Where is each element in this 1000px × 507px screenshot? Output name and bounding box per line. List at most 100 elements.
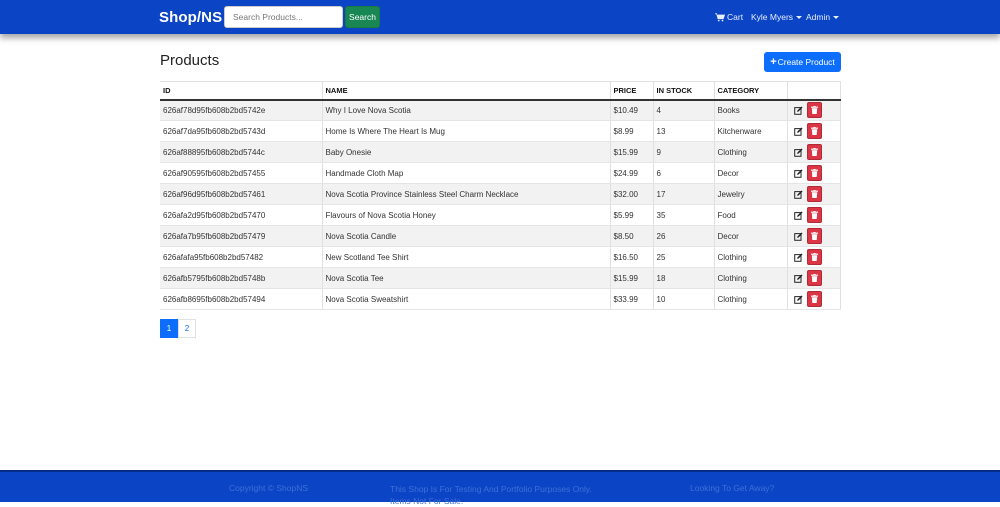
trash-icon <box>810 253 818 261</box>
edit-icon[interactable] <box>793 126 803 136</box>
table-row: 626afa2d95fb608b2bd57470 Flavours of Nova… <box>160 204 841 226</box>
trash-icon <box>810 148 818 156</box>
page-title: Products <box>160 52 220 69</box>
cell-name: Baby Onesie <box>322 141 611 163</box>
cell-price: $33.99 <box>610 288 654 310</box>
search-button[interactable]: Search <box>345 6 380 28</box>
cell-price: $10.49 <box>610 99 654 121</box>
delete-button[interactable] <box>806 228 822 244</box>
cell-price: $15.99 <box>610 267 654 289</box>
cell-actions <box>787 246 841 268</box>
footer: Copyright © ShopNS This Shop Is For Test… <box>0 470 1000 506</box>
trash-icon <box>810 127 818 135</box>
cell-category: Kitchenware <box>714 120 788 142</box>
footer-copyright: Copyright © ShopNS <box>229 483 309 493</box>
column-header-name: NAME <box>322 81 611 101</box>
edit-icon[interactable] <box>793 273 803 283</box>
column-header-id: ID <box>160 81 323 101</box>
edit-icon[interactable] <box>793 252 803 262</box>
cell-name: Nova Scotia Candle <box>322 225 611 247</box>
cell-name: Nova Scotia Sweatshirt <box>322 288 611 310</box>
table-row: 626af88895fb608b2bd5744c Baby Onesie $15.9… <box>160 141 841 163</box>
column-header-actions <box>787 81 841 101</box>
edit-icon[interactable] <box>793 147 803 157</box>
cell-name: Nova Scotia Tee <box>322 267 611 289</box>
cell-stock: 35 <box>653 204 715 226</box>
footer-disclaimer: This Shop Is For Testing And Portfolio P… <box>390 484 592 506</box>
delete-button[interactable] <box>806 249 822 265</box>
footer-getaway-link[interactable]: Looking To Get Away? <box>690 483 774 493</box>
table-row: 626af7da95fb608b2bd5743d Home Is Where Th… <box>160 120 841 142</box>
create-product-label: Create Product <box>777 57 835 67</box>
cell-name: Nova Scotia Province Stainless Steel Cha… <box>322 183 611 205</box>
cart-label: Cart <box>727 12 744 22</box>
delete-button[interactable] <box>806 207 822 223</box>
cell-id: 626af88895fb608b2bd5744c <box>160 141 323 163</box>
delete-button[interactable] <box>806 123 822 139</box>
cell-actions <box>787 204 841 226</box>
cell-actions <box>787 183 841 205</box>
cell-id: 626af7da95fb608b2bd5743d <box>160 120 323 142</box>
delete-button[interactable] <box>806 102 822 119</box>
cell-category: Clothing <box>714 141 788 163</box>
cell-category: Jewelry <box>714 183 788 205</box>
brand-logo[interactable]: Shop/NS <box>159 9 222 26</box>
cart-icon <box>715 12 725 21</box>
user-menu[interactable]: Kyle Myers <box>751 12 803 22</box>
cell-price: $5.99 <box>610 204 654 226</box>
trash-icon <box>810 169 818 177</box>
create-product-button[interactable]: + Create Product <box>764 52 841 72</box>
delete-button[interactable] <box>806 270 822 286</box>
cell-stock: 25 <box>653 246 715 268</box>
cell-id: 626afa7b95fb608b2bd57479 <box>160 225 323 247</box>
cell-id: 626af78d95fb608b2bd5742e <box>160 99 323 121</box>
cell-price: $32.00 <box>610 183 654 205</box>
page-link-2[interactable]: 2 <box>178 319 196 338</box>
search-input[interactable] <box>224 6 343 28</box>
page-link-1[interactable]: 1 <box>160 319 178 338</box>
edit-icon[interactable] <box>793 189 803 199</box>
table-header-row: ID NAME PRICE IN STOCK CATEGORY <box>160 81 841 101</box>
cell-stock: 13 <box>653 120 715 142</box>
user-name: Kyle Myers <box>751 12 794 22</box>
top-navbar: Shop/NS Search Cart Kyle Myers Admin <box>0 0 1000 34</box>
delete-button[interactable] <box>806 186 822 202</box>
cell-stock: 10 <box>653 288 715 310</box>
trash-icon <box>810 232 818 240</box>
cell-stock: 6 <box>653 162 715 184</box>
cell-stock: 18 <box>653 267 715 289</box>
cell-category: Clothing <box>714 246 788 268</box>
edit-icon[interactable] <box>793 210 803 220</box>
trash-icon <box>810 274 818 282</box>
table-row: 626afafa95fb608b2bd57482 New Scotland Tee… <box>160 246 841 268</box>
cell-actions <box>787 267 841 289</box>
cell-name: Why I Love Nova Scotia <box>322 99 611 121</box>
cell-category: Decor <box>714 225 788 247</box>
cell-stock: 26 <box>653 225 715 247</box>
products-table: ID NAME PRICE IN STOCK CATEGORY 626af78d… <box>160 81 841 310</box>
cell-price: $24.99 <box>610 162 654 184</box>
cell-id: 626afa2d95fb608b2bd57470 <box>160 204 323 226</box>
cell-category: Clothing <box>714 267 788 289</box>
cell-actions <box>787 225 841 247</box>
cell-stock: 9 <box>653 141 715 163</box>
delete-button[interactable] <box>806 144 822 160</box>
cell-id: 626afb5795fb608b2bd5748b <box>160 267 323 289</box>
trash-icon <box>810 190 818 198</box>
edit-icon[interactable] <box>793 168 803 178</box>
cell-category: Decor <box>714 162 788 184</box>
cell-name: Handmade Cloth Map <box>322 162 611 184</box>
cell-stock: 17 <box>653 183 715 205</box>
delete-button[interactable] <box>806 165 822 181</box>
edit-icon[interactable] <box>793 294 803 304</box>
cell-category: Clothing <box>714 288 788 310</box>
trash-icon <box>810 211 818 219</box>
cart-link[interactable]: Cart <box>715 12 743 22</box>
admin-menu[interactable]: Admin <box>806 12 840 22</box>
delete-button[interactable] <box>806 291 822 307</box>
edit-icon[interactable] <box>793 231 803 241</box>
pagination: 12 <box>160 319 196 338</box>
edit-icon[interactable] <box>793 106 803 115</box>
cell-id: 626afb8695fb608b2bd57494 <box>160 288 323 310</box>
cell-id: 626af90595fb608b2bd57455 <box>160 162 323 184</box>
